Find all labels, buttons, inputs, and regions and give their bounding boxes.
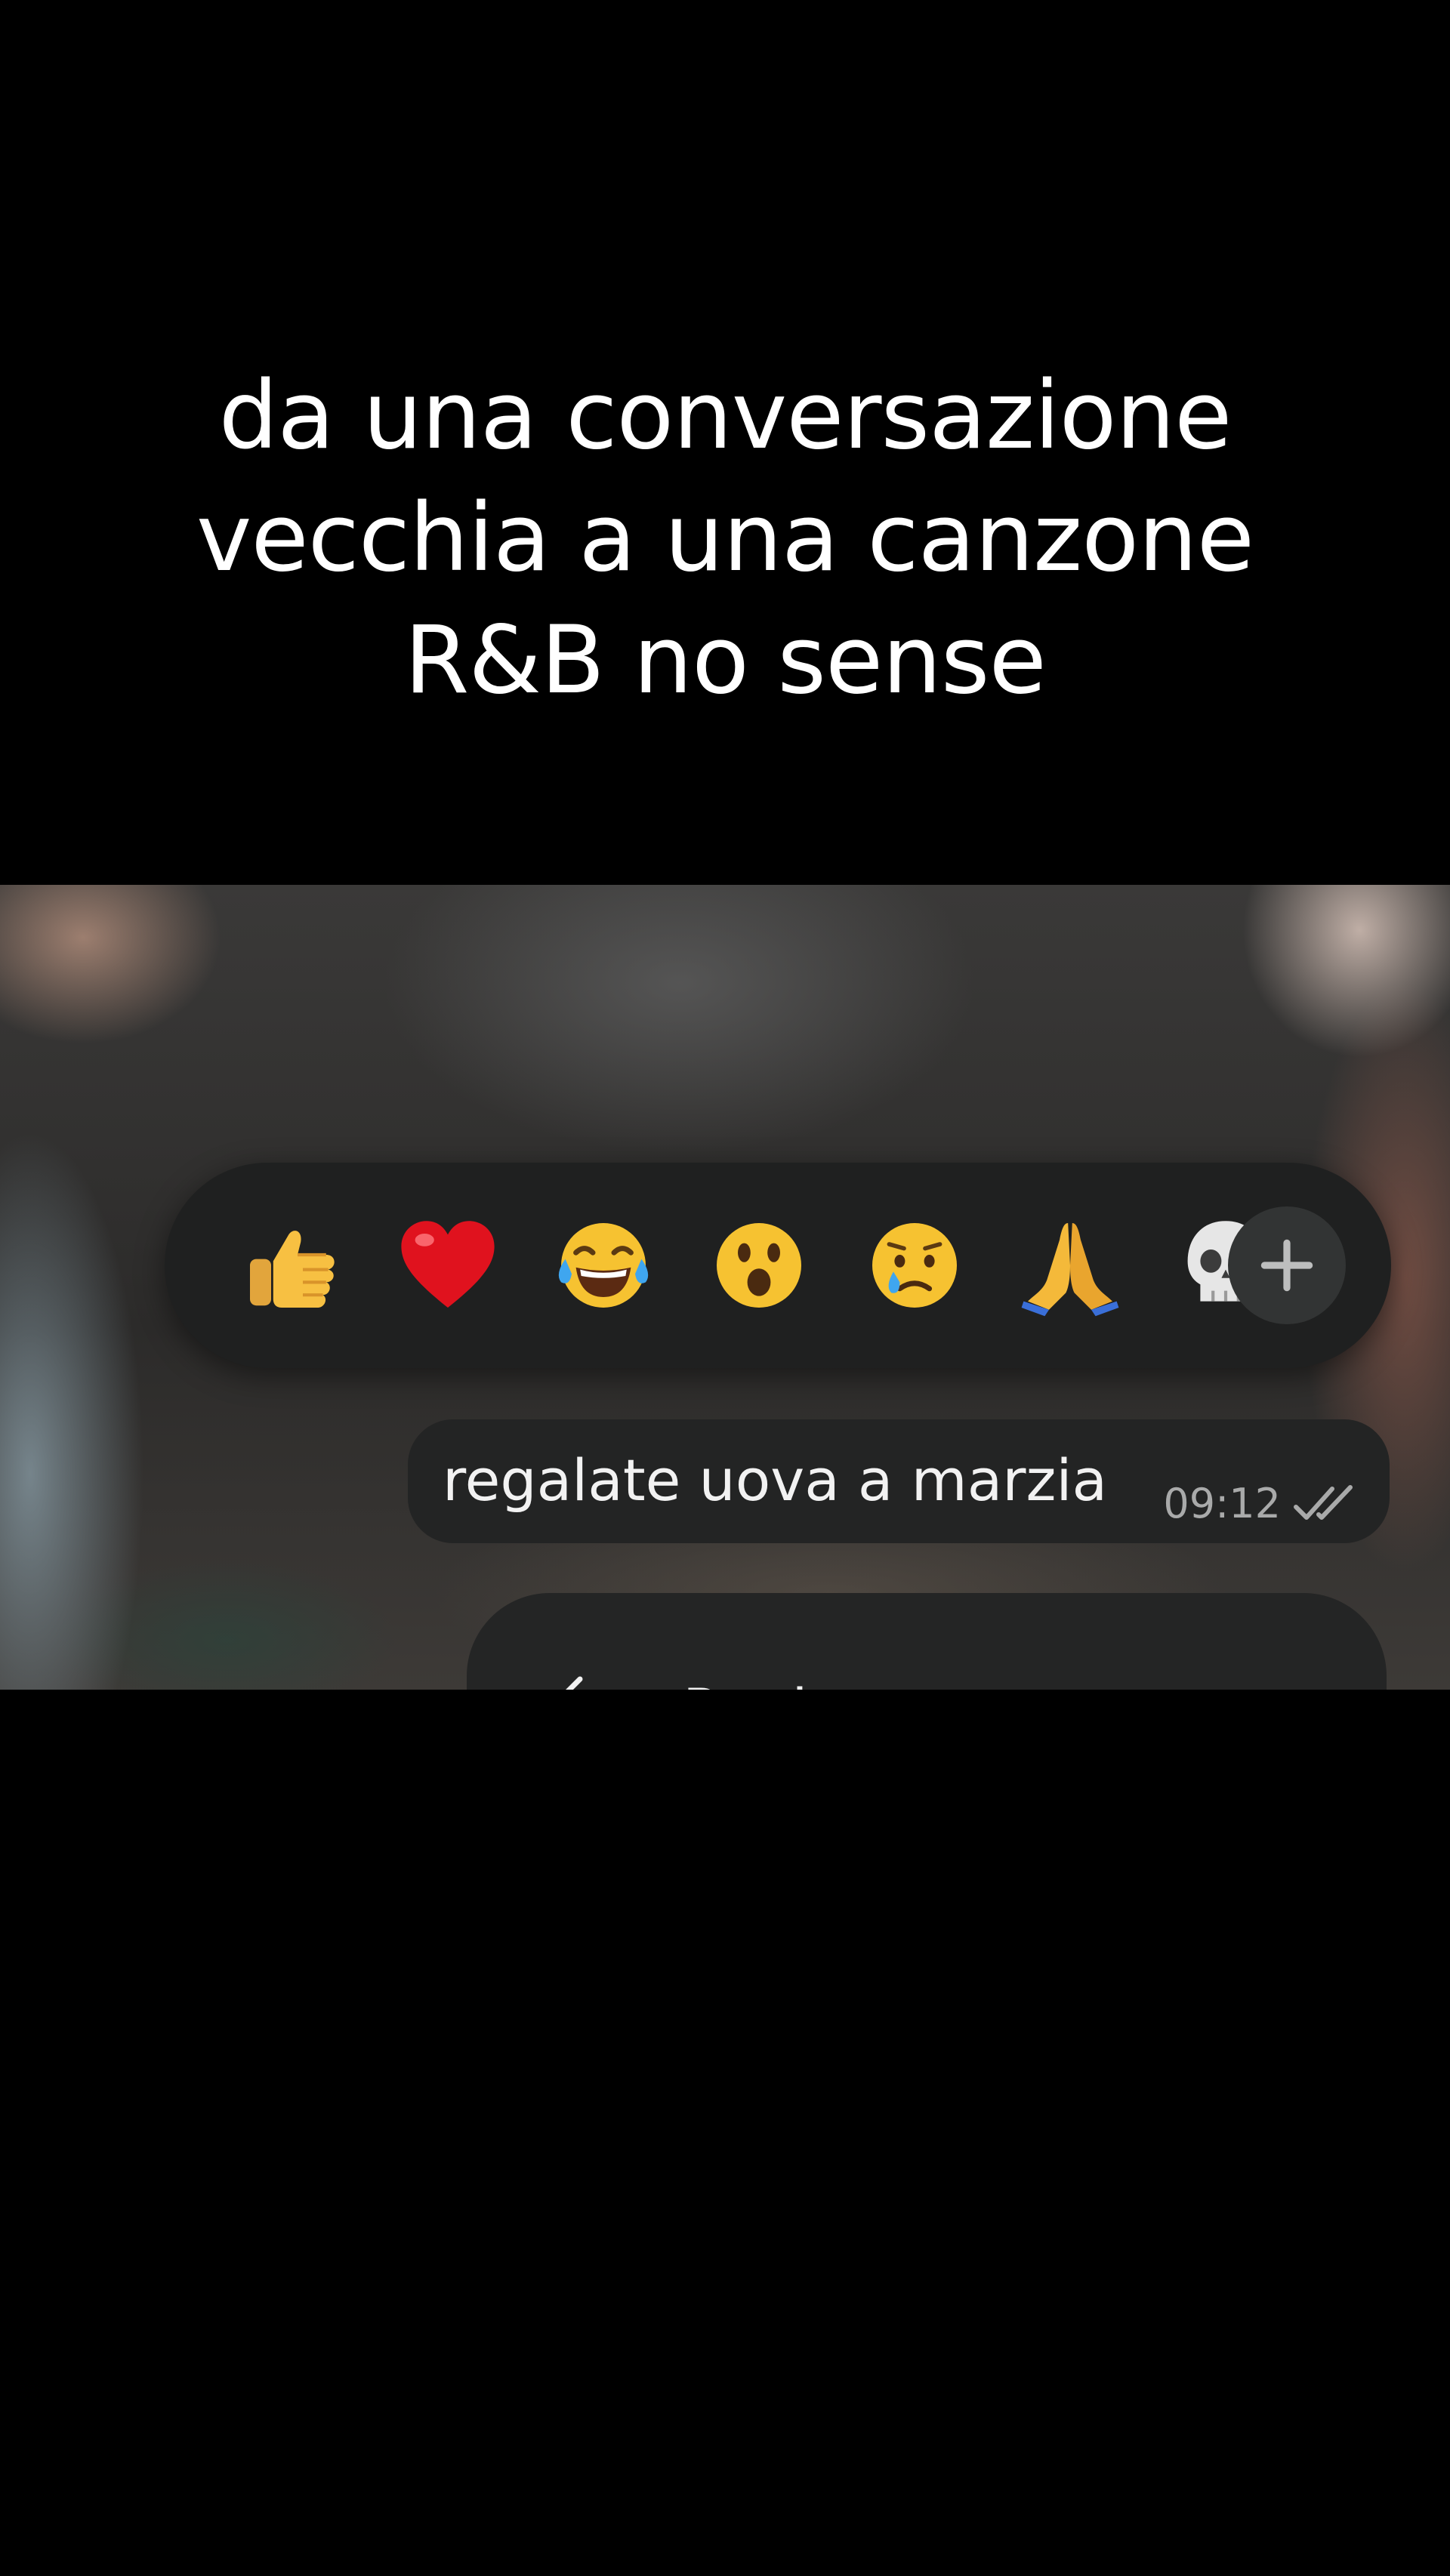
surprised-face-icon bbox=[717, 1223, 801, 1308]
reaction-surprised-face[interactable] bbox=[681, 1209, 837, 1322]
reaction-emoji-list bbox=[214, 1163, 1249, 1368]
folded-hands-icon bbox=[1021, 1223, 1119, 1317]
red-heart-icon bbox=[401, 1221, 495, 1308]
reaction-crying-face[interactable] bbox=[837, 1209, 992, 1322]
message-text: regalate uova a marzia bbox=[443, 1447, 1108, 1514]
video-caption: da una conversazione vecchia a una canzo… bbox=[121, 355, 1329, 722]
reaction-red-heart[interactable] bbox=[370, 1209, 526, 1322]
reply-menu-item[interactable]: Reply bbox=[683, 1676, 841, 1690]
message-timestamp: 09:12 bbox=[1163, 1480, 1281, 1527]
message-context-menu: Reply bbox=[467, 1593, 1387, 1690]
plus-icon bbox=[1260, 1239, 1313, 1292]
caption-line-3: R&B no sense bbox=[404, 606, 1047, 715]
thumbs-up-icon bbox=[250, 1231, 335, 1308]
reaction-folded-hands[interactable] bbox=[992, 1209, 1148, 1322]
reaction-tears-of-joy[interactable] bbox=[526, 1209, 681, 1322]
more-reactions-button[interactable] bbox=[1228, 1206, 1346, 1324]
tears-of-joy-icon bbox=[558, 1223, 649, 1308]
reaction-thumbs-up[interactable] bbox=[214, 1209, 370, 1322]
reply-arrow-icon bbox=[566, 1676, 583, 1690]
crying-face-icon bbox=[872, 1223, 957, 1308]
caption-line-1: da una conversazione bbox=[218, 362, 1232, 470]
chat-video-frame: regalate uova a marzia 09:12 Reply bbox=[0, 885, 1450, 1690]
reaction-bar bbox=[165, 1163, 1391, 1368]
caption-line-2: vecchia a una canzone bbox=[196, 484, 1254, 593]
message-bubble[interactable]: regalate uova a marzia 09:12 bbox=[408, 1419, 1390, 1543]
double-check-icon bbox=[1294, 1485, 1353, 1520]
